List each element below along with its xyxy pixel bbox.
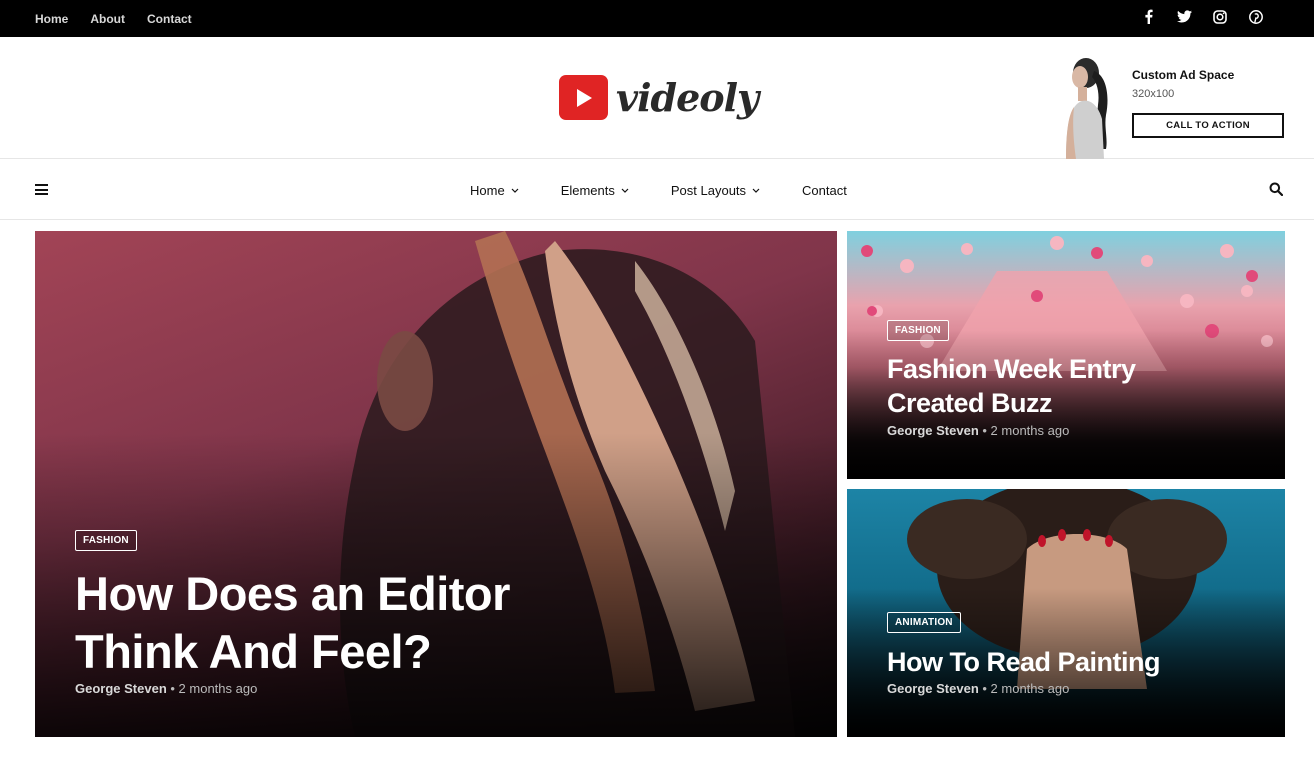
ad-woman-image <box>1066 58 1108 159</box>
social-links <box>1140 0 1264 33</box>
facebook-icon[interactable] <box>1140 9 1156 25</box>
top-bar: Home About Contact <box>0 0 1314 37</box>
post-title[interactable]: How Does an Editor Think And Feel? <box>75 565 510 681</box>
nav-item-elements[interactable]: Elements <box>561 183 629 198</box>
post-author[interactable]: George Steven <box>887 423 979 438</box>
post-author[interactable]: George Steven <box>75 681 167 696</box>
main-nav: Home Elements Post Layouts Contact <box>0 160 1314 220</box>
post-date: 2 months ago <box>990 423 1070 438</box>
category-badge[interactable]: ANIMATION <box>887 612 961 633</box>
post-title[interactable]: Fashion Week Entry Created Buzz <box>887 352 1136 420</box>
header-ad: Custom Ad Space 320x100 CALL TO ACTION <box>1056 37 1296 159</box>
chevron-down-icon <box>511 188 519 193</box>
hamburger-menu-icon[interactable] <box>35 184 48 195</box>
featured-post-main[interactable]: FASHION How Does an Editor Think And Fee… <box>35 231 837 737</box>
category-badge[interactable]: FASHION <box>887 320 949 341</box>
post-date: 2 months ago <box>990 681 1070 696</box>
post-date: 2 months ago <box>178 681 258 696</box>
nav-menu: Home Elements Post Layouts Contact <box>470 160 889 220</box>
post-meta: George Steven • 2 months ago <box>887 423 1070 438</box>
instagram-icon[interactable] <box>1212 9 1228 25</box>
post-title[interactable]: How To Read Painting <box>887 645 1161 679</box>
ad-title: Custom Ad Space <box>1132 68 1235 82</box>
post-title-line: How Does an Editor <box>75 567 510 620</box>
top-link-about[interactable]: About <box>90 12 125 26</box>
nav-item-label: Post Layouts <box>670 182 747 198</box>
chevron-down-icon <box>621 188 629 193</box>
post-meta: George Steven • 2 months ago <box>75 681 258 696</box>
featured-post-top[interactable]: FASHION Fashion Week Entry Created Buzz … <box>847 231 1285 479</box>
search-icon[interactable] <box>1269 182 1283 196</box>
post-title-line: Think And Feel? <box>75 625 432 678</box>
call-to-action-button[interactable]: CALL TO ACTION <box>1132 113 1284 138</box>
play-logo-icon <box>559 75 608 120</box>
top-link-contact[interactable]: Contact <box>147 12 192 26</box>
top-links: Home About Contact <box>35 0 192 37</box>
nav-item-label: Elements <box>560 182 615 198</box>
chevron-down-icon <box>752 188 760 193</box>
nav-item-post-layouts[interactable]: Post Layouts <box>671 183 760 198</box>
post-title-line: How To Read Painting <box>887 647 1161 677</box>
nav-item-label: Contact <box>802 182 847 198</box>
logo-text: videoly <box>616 75 759 120</box>
top-link-home[interactable]: Home <box>35 12 68 26</box>
post-meta: George Steven • 2 months ago <box>887 681 1070 696</box>
nav-item-home[interactable]: Home <box>470 183 519 198</box>
nav-item-contact[interactable]: Contact <box>802 183 847 198</box>
post-title-line: Fashion Week Entry <box>887 354 1136 384</box>
twitter-icon[interactable] <box>1176 9 1192 25</box>
featured-post-bottom[interactable]: ANIMATION How To Read Painting George St… <box>847 489 1285 737</box>
post-title-line: Created Buzz <box>887 388 1053 418</box>
site-logo[interactable]: videoly <box>559 75 759 120</box>
ad-size: 320x100 <box>1132 88 1175 100</box>
nav-item-label: Home <box>470 182 505 198</box>
pinterest-icon[interactable] <box>1248 9 1264 25</box>
category-badge[interactable]: FASHION <box>75 530 137 551</box>
site-header: videoly Custom Ad Space 320x100 CALL TO … <box>0 37 1314 159</box>
post-author[interactable]: George Steven <box>887 681 979 696</box>
